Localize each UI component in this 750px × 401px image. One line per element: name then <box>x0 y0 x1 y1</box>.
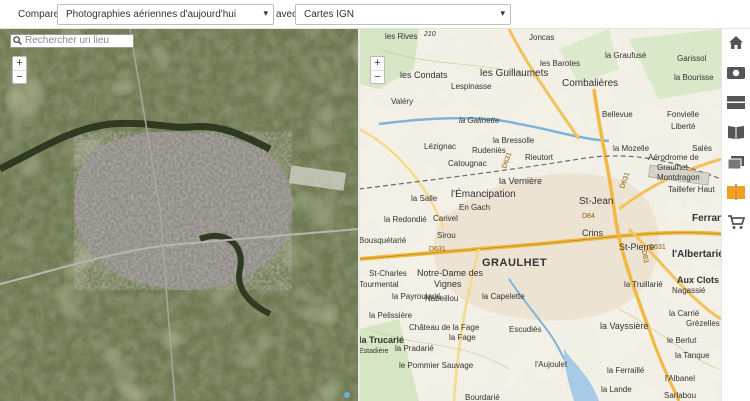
zoom-out-button[interactable]: − <box>13 70 26 83</box>
compare-divider[interactable] <box>358 29 360 401</box>
aerial-map[interactable] <box>0 29 359 401</box>
side-toolbar <box>721 29 750 401</box>
search-input[interactable]: Rechercher un lieu <box>10 34 134 48</box>
photo-button[interactable] <box>725 61 747 83</box>
app: Comparer Photographies aériennes d'aujou… <box>0 0 750 401</box>
pages-button[interactable] <box>725 151 747 173</box>
compare-icon <box>727 184 745 200</box>
pages-icon <box>727 155 744 169</box>
zoom-in-button[interactable]: + <box>371 57 384 70</box>
ign-map[interactable]: les Rives 210 Joncas la Graufusé Garisso… <box>359 29 721 401</box>
left-layer-value: Photographies aériennes d'aujourd'hui <box>66 9 237 20</box>
topographic-map <box>359 29 721 401</box>
search-icon <box>13 36 22 45</box>
zoom-in-button[interactable]: + <box>13 57 26 70</box>
right-layer-select[interactable]: Cartes IGN ▾ <box>295 4 511 25</box>
cart-button[interactable] <box>725 211 747 233</box>
cart-icon <box>728 215 745 229</box>
compare-bar: Comparer Photographies aériennes d'aujou… <box>0 0 750 29</box>
home-button[interactable] <box>725 31 747 53</box>
layers-button[interactable] <box>725 91 747 113</box>
zoom-out-button[interactable]: − <box>371 70 384 83</box>
compare-label: Comparer <box>18 9 63 20</box>
compare-button[interactable] <box>725 181 747 203</box>
book-button[interactable] <box>725 121 747 143</box>
book-icon <box>728 125 744 139</box>
left-zoom-control: + − <box>12 56 27 84</box>
camera-icon <box>727 66 745 79</box>
compare-sep: avec <box>276 9 298 20</box>
aerial-photo <box>0 29 359 401</box>
chevron-down-icon: ▾ <box>500 8 505 18</box>
right-zoom-control: + − <box>370 56 385 84</box>
search-placeholder: Rechercher un lieu <box>25 35 109 46</box>
right-layer-value: Cartes IGN <box>304 9 355 20</box>
home-icon <box>729 35 743 49</box>
chevron-down-icon: ▾ <box>263 8 268 18</box>
layers-icon <box>727 95 745 109</box>
left-layer-select[interactable]: Photographies aériennes d'aujourd'hui ▾ <box>57 4 274 25</box>
